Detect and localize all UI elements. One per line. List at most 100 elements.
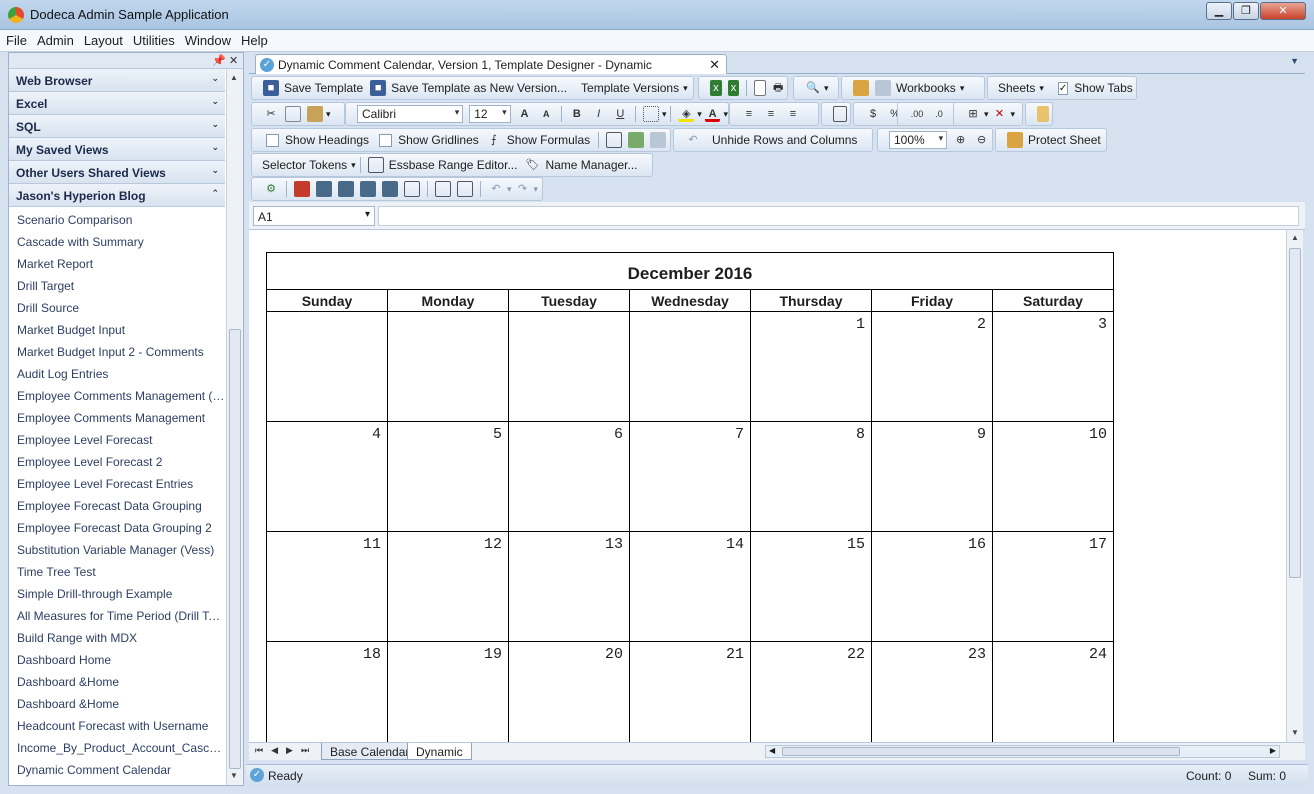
menu-admin[interactable]: Admin — [31, 30, 78, 48]
day-cell[interactable]: 11 — [266, 531, 388, 642]
cut-icon[interactable]: ✂ — [263, 106, 279, 122]
tool-5-icon[interactable] — [382, 181, 398, 197]
paste-icon[interactable] — [307, 106, 323, 122]
day-header[interactable]: Monday — [387, 289, 509, 312]
insert-sheet-icon[interactable] — [628, 132, 645, 148]
sidebar-close-icon[interactable]: ✕ — [229, 54, 238, 67]
day-cell[interactable]: 3 — [992, 311, 1114, 422]
align-center-icon[interactable]: ≡ — [763, 106, 779, 122]
list-item[interactable]: Employee Forecast Data Grouping 2 — [9, 516, 225, 538]
zoom-out-icon[interactable]: ⊖ — [974, 132, 989, 148]
list-item[interactable]: Dashboard &Home — [9, 692, 225, 714]
day-cell[interactable]: 15 — [750, 531, 872, 642]
day-cell[interactable]: 2 — [871, 311, 993, 422]
group-sql[interactable]: SQL ⌄ — [9, 115, 225, 138]
page-icon[interactable] — [754, 80, 767, 96]
day-header[interactable]: Thursday — [750, 289, 872, 312]
list-item[interactable]: Substitution Variable Manager (Vess) — [9, 538, 225, 560]
day-cell[interactable]: 22 — [750, 641, 872, 742]
sheet-horizontal-scrollbar[interactable]: ◀ ▶ — [765, 745, 1280, 758]
day-cell[interactable]: 8 — [750, 421, 872, 532]
copy-icon[interactable] — [285, 106, 301, 122]
currency-button[interactable]: $ — [865, 106, 881, 122]
tool-1-icon[interactable] — [294, 181, 310, 197]
day-cell[interactable]: 5 — [387, 421, 509, 532]
show-tabs-checkbox[interactable]: ✓ — [1057, 81, 1069, 95]
list-item[interactable]: Employee Comments Management (E... — [9, 384, 225, 406]
panel-splitter[interactable] — [244, 52, 248, 786]
day-cell[interactable]: 12 — [387, 531, 509, 642]
sidebar-scrollbar[interactable]: ▲ ▼ — [226, 69, 243, 785]
show-headings-checkbox[interactable] — [266, 133, 279, 147]
day-cell[interactable]: 23 — [871, 641, 993, 742]
day-cell[interactable]: 18 — [266, 641, 388, 742]
show-gridlines-checkbox[interactable] — [379, 133, 393, 147]
scrollbar-thumb[interactable] — [229, 329, 241, 769]
save-template-button[interactable]: Save Template — [284, 81, 363, 95]
list-item[interactable]: Employee Level Forecast Entries — [9, 472, 225, 494]
borders-icon[interactable] — [643, 106, 659, 122]
list-item[interactable]: Drill Target — [9, 274, 225, 296]
day-header[interactable]: Wednesday — [629, 289, 751, 312]
group-my-saved-views[interactable]: My Saved Views ⌄ — [9, 138, 225, 161]
print-preview-icon[interactable]: 🔍 — [805, 80, 821, 96]
list-item[interactable]: Employee Comments Management — [9, 406, 225, 428]
day-cell[interactable] — [629, 311, 751, 422]
day-cell[interactable]: 21 — [629, 641, 751, 742]
tool-2-icon[interactable] — [316, 181, 332, 197]
document-tab[interactable]: ✓ Dynamic Comment Calendar, Version 1, T… — [255, 54, 727, 86]
day-cell[interactable]: 9 — [871, 421, 993, 532]
day-cell[interactable]: 13 — [508, 531, 630, 642]
day-header[interactable]: Saturday — [992, 289, 1114, 312]
list-item[interactable]: Income_By_Product_Account_Cascade — [9, 736, 225, 758]
italic-button[interactable]: I — [591, 106, 607, 122]
calendar-title[interactable]: December 2016 — [266, 252, 1114, 290]
list-item[interactable]: Employee Level Forecast — [9, 428, 225, 450]
menu-layout[interactable]: Layout — [78, 30, 127, 48]
list-item[interactable]: Dashboard &Home — [9, 670, 225, 692]
excel-multi-icon[interactable]: x — [727, 80, 740, 96]
group-jasons-hyperion-blog[interactable]: Jason's Hyperion Blog ⌃ — [9, 184, 225, 207]
menu-utilities[interactable]: Utilities — [127, 30, 179, 48]
scroll-up-icon[interactable]: ▲ — [1291, 233, 1299, 242]
build-icon[interactable]: ⚙ — [263, 181, 279, 197]
group-other-users-shared-views[interactable]: Other Users Shared Views ⌄ — [9, 161, 225, 184]
cell-name-box[interactable]: A1 — [253, 206, 375, 226]
list-item[interactable]: Employee Forecast Data Grouping — [9, 494, 225, 516]
workbooks-dropdown[interactable]: Workbooks — [896, 81, 956, 95]
workbook-icon[interactable] — [853, 80, 869, 96]
day-cell[interactable]: 20 — [508, 641, 630, 742]
decrease-decimal-icon[interactable]: .0 — [931, 106, 947, 122]
selector-tokens-dropdown[interactable]: Selector Tokens — [262, 158, 347, 172]
list-item[interactable]: Simple Drill-through Example — [9, 582, 225, 604]
decrease-font-icon[interactable]: A — [538, 106, 554, 122]
list-item[interactable]: Market Budget Input 2 - Comments — [9, 340, 225, 362]
day-cell[interactable]: 14 — [629, 531, 751, 642]
sheet-vertical-scrollbar[interactable]: ▲ ▼ — [1286, 230, 1303, 742]
window-icon[interactable] — [435, 181, 451, 197]
close-button[interactable]: ✕ — [1260, 2, 1306, 20]
day-cell[interactable] — [508, 311, 630, 422]
day-header[interactable]: Tuesday — [508, 289, 630, 312]
day-cell[interactable]: 6 — [508, 421, 630, 532]
excel-icon[interactable]: x — [710, 80, 722, 96]
group-web-browser[interactable]: Web Browser ⌄ — [9, 69, 225, 92]
scroll-right-icon[interactable]: ▶ — [1270, 746, 1276, 755]
spreadsheet-area[interactable]: December 2016 Sunday Monday Tuesday Wedn… — [249, 230, 1286, 742]
tool-4-icon[interactable] — [360, 181, 376, 197]
day-cell[interactable]: 24 — [992, 641, 1114, 742]
scroll-down-icon[interactable]: ▼ — [1291, 728, 1299, 737]
insert-cells-icon[interactable]: ⊞ — [965, 106, 981, 122]
day-cell[interactable]: 4 — [266, 421, 388, 532]
list-item[interactable]: Market Budget Input — [9, 318, 225, 340]
day-cell[interactable]: 10 — [992, 421, 1114, 532]
list-item[interactable]: Market Report — [9, 252, 225, 274]
day-header[interactable]: Friday — [871, 289, 993, 312]
list-item[interactable]: Dashboard Home — [9, 648, 225, 670]
show-formulas-button[interactable]: Show Formulas — [507, 133, 590, 147]
tool-6-icon[interactable] — [404, 181, 420, 197]
align-right-icon[interactable]: ≡ — [785, 106, 801, 122]
list-item[interactable]: All Measures for Time Period (Drill Tar.… — [9, 604, 225, 626]
day-cell[interactable]: 16 — [871, 531, 993, 642]
list-item[interactable]: Headcount Forecast with Username — [9, 714, 225, 736]
